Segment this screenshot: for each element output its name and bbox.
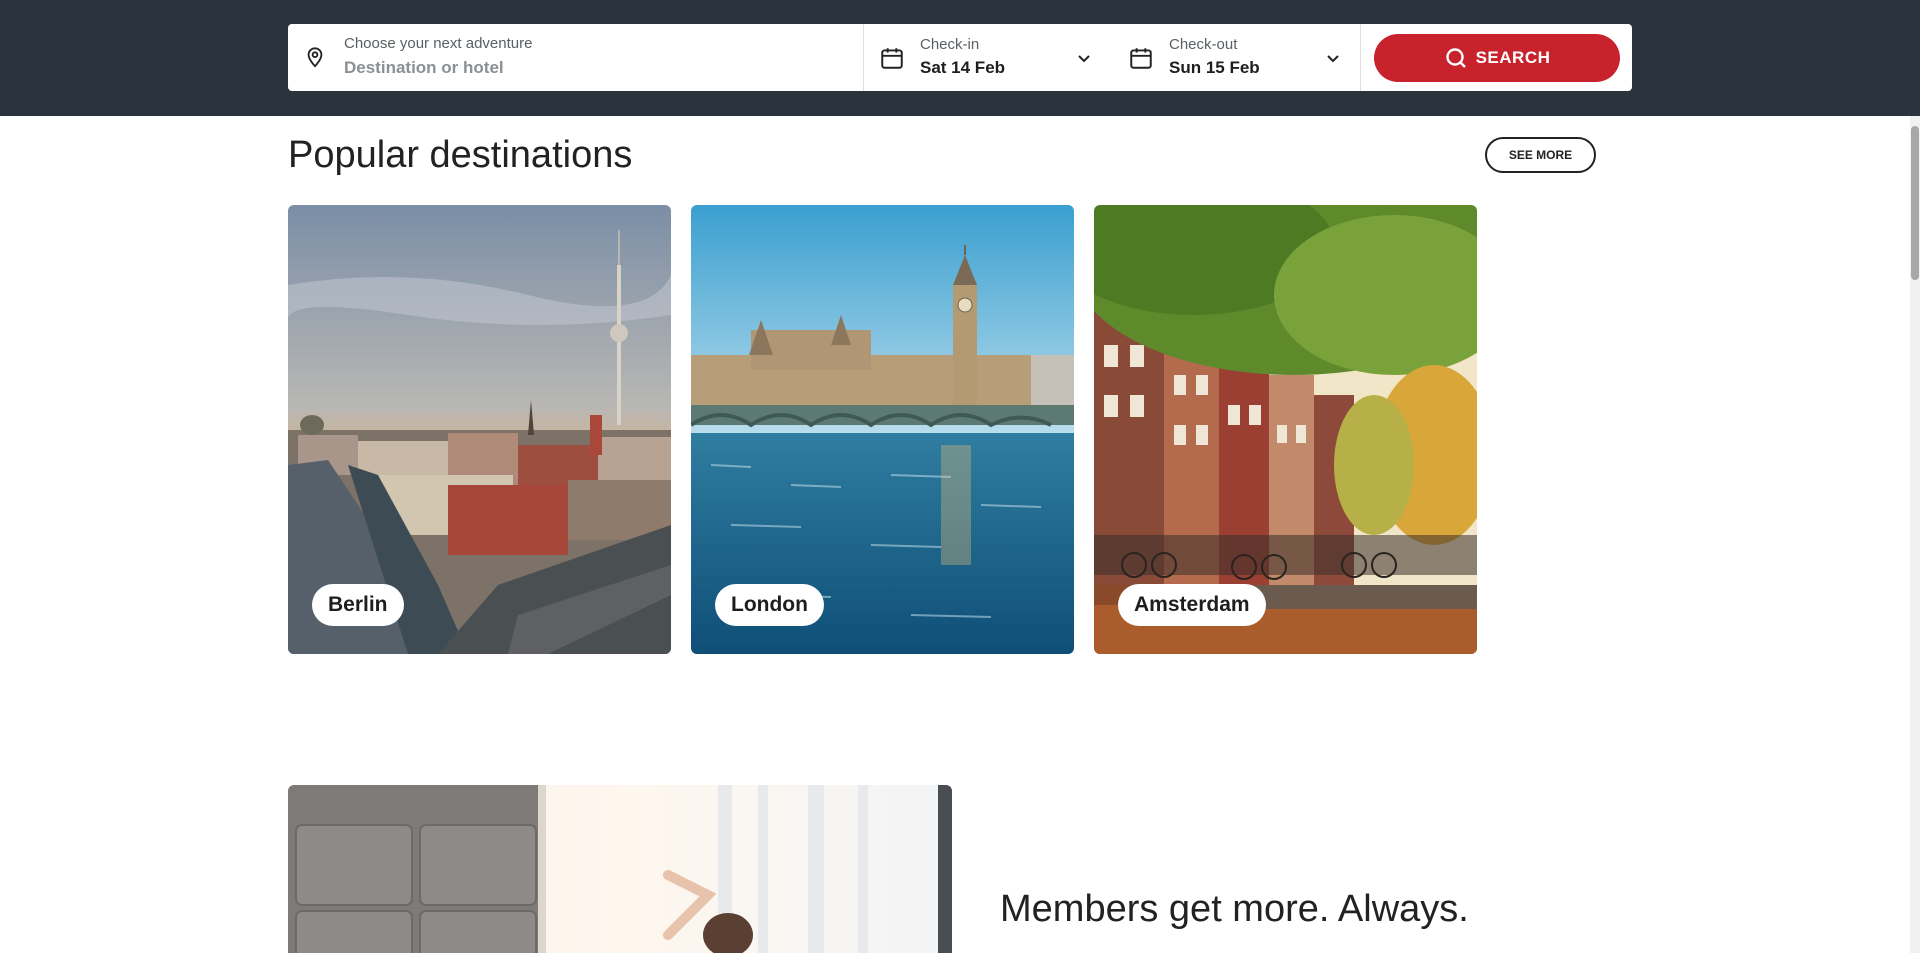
header-bar: Choose your next adventure Check-in Sat … [0,0,1920,116]
members-photo [288,785,952,953]
location-pin-icon [307,47,323,68]
checkout-label: Check-out [1169,36,1238,53]
divider [1360,24,1361,91]
calendar-icon [1130,48,1152,69]
destination-field[interactable]: Choose your next adventure [288,24,864,91]
checkin-picker[interactable]: Check-in Sat 14 Feb [864,24,1112,91]
checkin-label: Check-in [920,36,980,53]
destination-card-london[interactable]: London [691,205,1074,654]
city-label-london: London [715,584,824,626]
checkout-picker[interactable]: Check-out Sun 15 Feb [1113,24,1361,91]
city-label-berlin: Berlin [312,584,404,626]
destination-label: Choose your next adventure [344,35,533,52]
see-more-button[interactable]: SEE MORE [1485,137,1596,173]
checkout-value: Sun 15 Feb [1169,58,1260,77]
members-title: Members get more. Always. [1000,888,1469,930]
scrollbar-thumb[interactable] [1911,126,1919,280]
city-label-amsterdam: Amsterdam [1118,584,1266,626]
calendar-icon [881,48,903,69]
checkin-value: Sat 14 Feb [920,58,1006,77]
destination-input[interactable] [342,55,846,81]
search-icon [1445,48,1466,68]
search-form: Choose your next adventure Check-in Sat … [288,24,1632,91]
search-button[interactable]: SEARCH [1374,34,1620,82]
chevron-down-icon[interactable] [1325,50,1341,66]
search-button-label: SEARCH [1475,48,1551,67]
popular-destinations-title: Popular destinations [288,134,633,176]
chevron-down-icon[interactable] [1076,50,1092,66]
destination-card-berlin[interactable]: Berlin [288,205,671,654]
destination-card-amsterdam[interactable]: Amsterdam [1094,205,1477,654]
